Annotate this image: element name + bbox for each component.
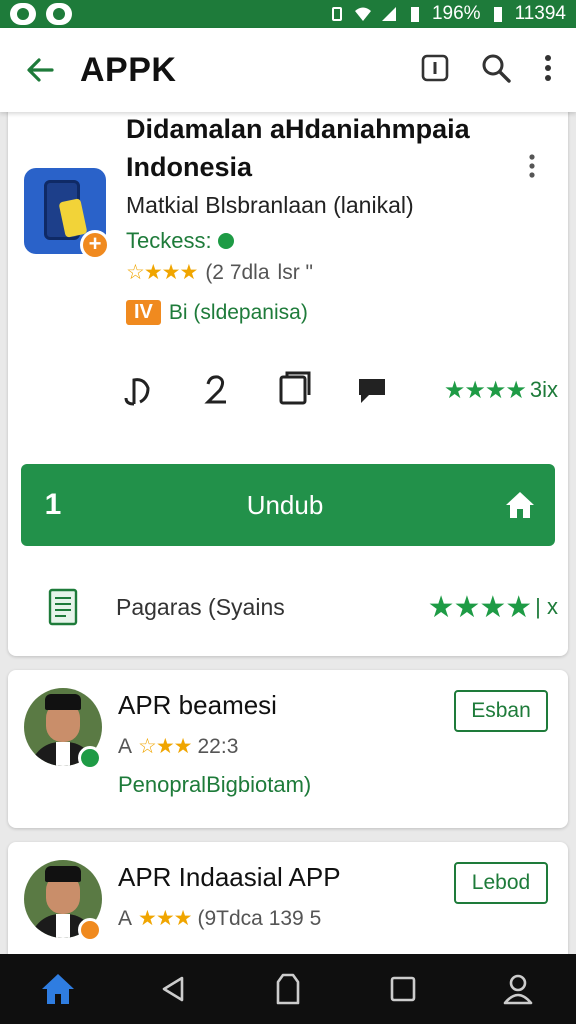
- pages-suffix: | x: [535, 594, 558, 619]
- stat-number-icon: [196, 370, 236, 410]
- stats-rating-text: 3ix: [529, 377, 558, 402]
- list-item-rating: A ☆★★ 22:3: [118, 734, 238, 759]
- app-stats-row: ★★★★ 3ix: [118, 368, 558, 412]
- rating-prefix: A: [118, 734, 133, 758]
- person-icon: [504, 974, 533, 1005]
- verified-dot-icon: [217, 233, 234, 249]
- rating-stars: ☆★★: [138, 735, 192, 758]
- signal-icon: [381, 7, 396, 21]
- stat-device-icon: [274, 370, 314, 410]
- status-bar: 196% 11394: [0, 0, 576, 28]
- document-icon: [48, 588, 78, 626]
- stats-rating: ★★★★ 3ix: [444, 376, 558, 405]
- back-triangle-icon: [162, 976, 184, 1002]
- overflow-menu-button[interactable]: [542, 53, 554, 88]
- rating-text: (2 7dla: [205, 260, 270, 284]
- app-title: Didamalan aHdaniahmpaia Indonesia: [126, 110, 526, 186]
- app-title-line-2: Indonesia: [126, 152, 253, 182]
- app-detail-card: Didamalan aHdaniahmpaia Indonesia + Matk…: [8, 100, 568, 656]
- search-button[interactable]: [480, 52, 512, 89]
- wifi-icon: [354, 7, 371, 21]
- list-item-title: APR beamesi: [118, 690, 277, 720]
- stats-stars: ★★★★: [443, 376, 527, 404]
- pages-row[interactable]: Pagaras (Syains ★★★★ | x: [48, 588, 558, 626]
- search-icon: [482, 54, 511, 83]
- nav-apps-button[interactable]: [263, 964, 313, 1014]
- notification-icon-2: [46, 3, 72, 25]
- pages-rating: ★★★★ | x: [428, 590, 558, 625]
- nav-home-button[interactable]: [33, 964, 83, 1014]
- list-item-rating: A ★★★ (9Tdca 139 5: [118, 906, 321, 931]
- list-item-subtitle: PenopralBigbiotam): [118, 772, 312, 797]
- info-button[interactable]: [420, 53, 450, 88]
- download-label: Undub: [246, 489, 324, 520]
- content-rating-badge: IV: [126, 300, 161, 325]
- app-bar-title: APPK: [80, 50, 177, 89]
- card-menu-button[interactable]: [526, 152, 538, 187]
- notification-icon: [10, 3, 36, 25]
- pages-stars: ★★★★: [427, 590, 533, 624]
- battery-percent: 196%: [431, 3, 481, 24]
- app-bar: APPK: [0, 28, 576, 112]
- rating-prefix: A: [118, 906, 133, 930]
- pages-label: Pagaras (Syains: [116, 593, 285, 620]
- nav-back-button[interactable]: [148, 964, 198, 1014]
- app-icon: +: [24, 168, 110, 260]
- avatar-badge-icon: [78, 746, 102, 770]
- list-item[interactable]: APR Indaasial APP A ★★★ (9Tdca 139 5 Leb…: [8, 842, 568, 962]
- download-button[interactable]: 1 Undub: [21, 464, 555, 546]
- clock: 11394: [514, 3, 566, 24]
- vibrate-icon: [331, 7, 342, 21]
- battery-icon-2: [493, 7, 502, 22]
- content-badge-row: IV Bi (sldepanisa): [126, 300, 308, 325]
- stat-music-icon: [118, 370, 158, 410]
- back-button[interactable]: [0, 28, 80, 112]
- system-nav-bar: [0, 954, 576, 1024]
- content-rating-text: Bi (sldepanisa): [168, 300, 308, 324]
- list-item[interactable]: APR beamesi A ☆★★ 22:3 PenopralBigbiotam…: [8, 670, 568, 828]
- rating-extra: lsr ": [277, 260, 313, 284]
- avatar-badge-icon: [78, 918, 102, 942]
- recents-square-icon: [390, 976, 416, 1002]
- download-count: 1: [44, 488, 62, 521]
- developer-name[interactable]: Matkial Blsbranlaan (lanikal): [126, 192, 414, 219]
- rating-text: 22:3: [197, 734, 239, 758]
- home-icon: [485, 489, 555, 521]
- app-tag: Teckess:: [126, 228, 234, 254]
- home-icon: [41, 974, 74, 1004]
- app-title-line-1: Didamalan aHdaniahmpaia: [126, 114, 470, 144]
- nav-recents-button[interactable]: [378, 964, 428, 1014]
- rating-stars: ★★★: [138, 907, 192, 930]
- more-vert-icon: [529, 154, 535, 178]
- rating-text: (9Tdca 139 5: [197, 906, 322, 930]
- arrow-left-icon: [27, 58, 54, 82]
- more-vert-icon: [545, 54, 551, 81]
- app-tag-label: Teckess:: [126, 228, 212, 253]
- bag-icon: [276, 973, 300, 1005]
- info-icon: [421, 54, 449, 81]
- battery-icon: [410, 7, 419, 22]
- plus-badge-icon: +: [80, 230, 110, 260]
- nav-profile-button[interactable]: [493, 964, 543, 1014]
- list-item-action-button[interactable]: Lebod: [454, 862, 548, 904]
- rating-stars: ☆★★★: [126, 261, 198, 284]
- stat-chat-icon: [352, 370, 392, 410]
- app-rating: ☆★★★ (2 7dla lsr ": [126, 260, 313, 285]
- list-item-title: APR Indaasial APP: [118, 862, 341, 892]
- list-item-action-button[interactable]: Esban: [454, 690, 548, 732]
